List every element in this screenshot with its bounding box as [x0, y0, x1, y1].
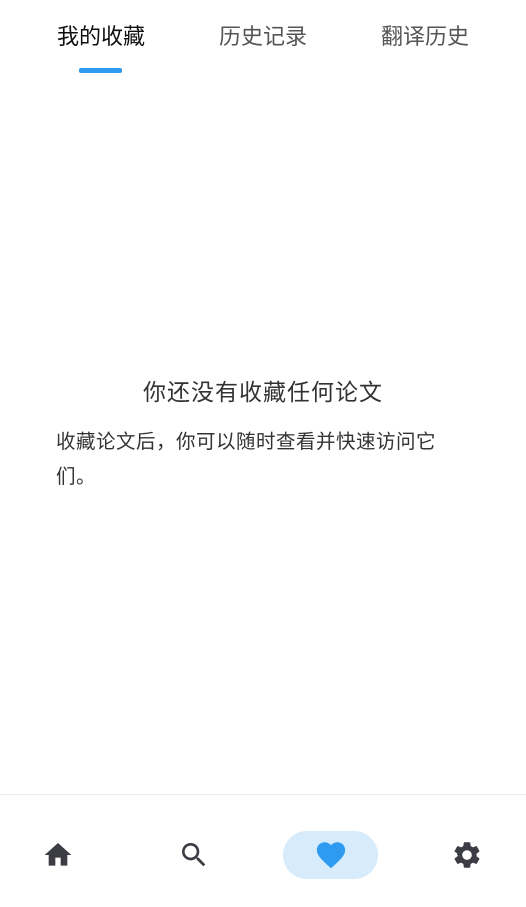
search-icon: [182, 843, 206, 867]
active-tab-indicator: [79, 68, 122, 73]
nav-search-button[interactable]: [170, 831, 218, 879]
empty-state-title: 你还没有收藏任何论文: [143, 380, 383, 406]
nav-settings-button[interactable]: [443, 831, 491, 879]
home-icon: [44, 843, 72, 866]
heart-icon: [316, 842, 345, 869]
nav-favorites-button[interactable]: [283, 831, 378, 879]
tab-history[interactable]: 历史记录: [208, 20, 318, 56]
empty-state-description: 收藏论文后，你可以随时查看并快速访问它们。: [56, 430, 437, 488]
bottom-navigation-bar: [0, 794, 526, 907]
tab-translation-history[interactable]: 翻译历史: [372, 20, 478, 56]
tab-favorites[interactable]: 我的收藏: [50, 20, 152, 56]
gear-icon: [454, 842, 480, 868]
nav-home-button[interactable]: [34, 831, 82, 879]
top-tab-bar: 我的收藏 历史记录 翻译历史: [0, 0, 526, 76]
